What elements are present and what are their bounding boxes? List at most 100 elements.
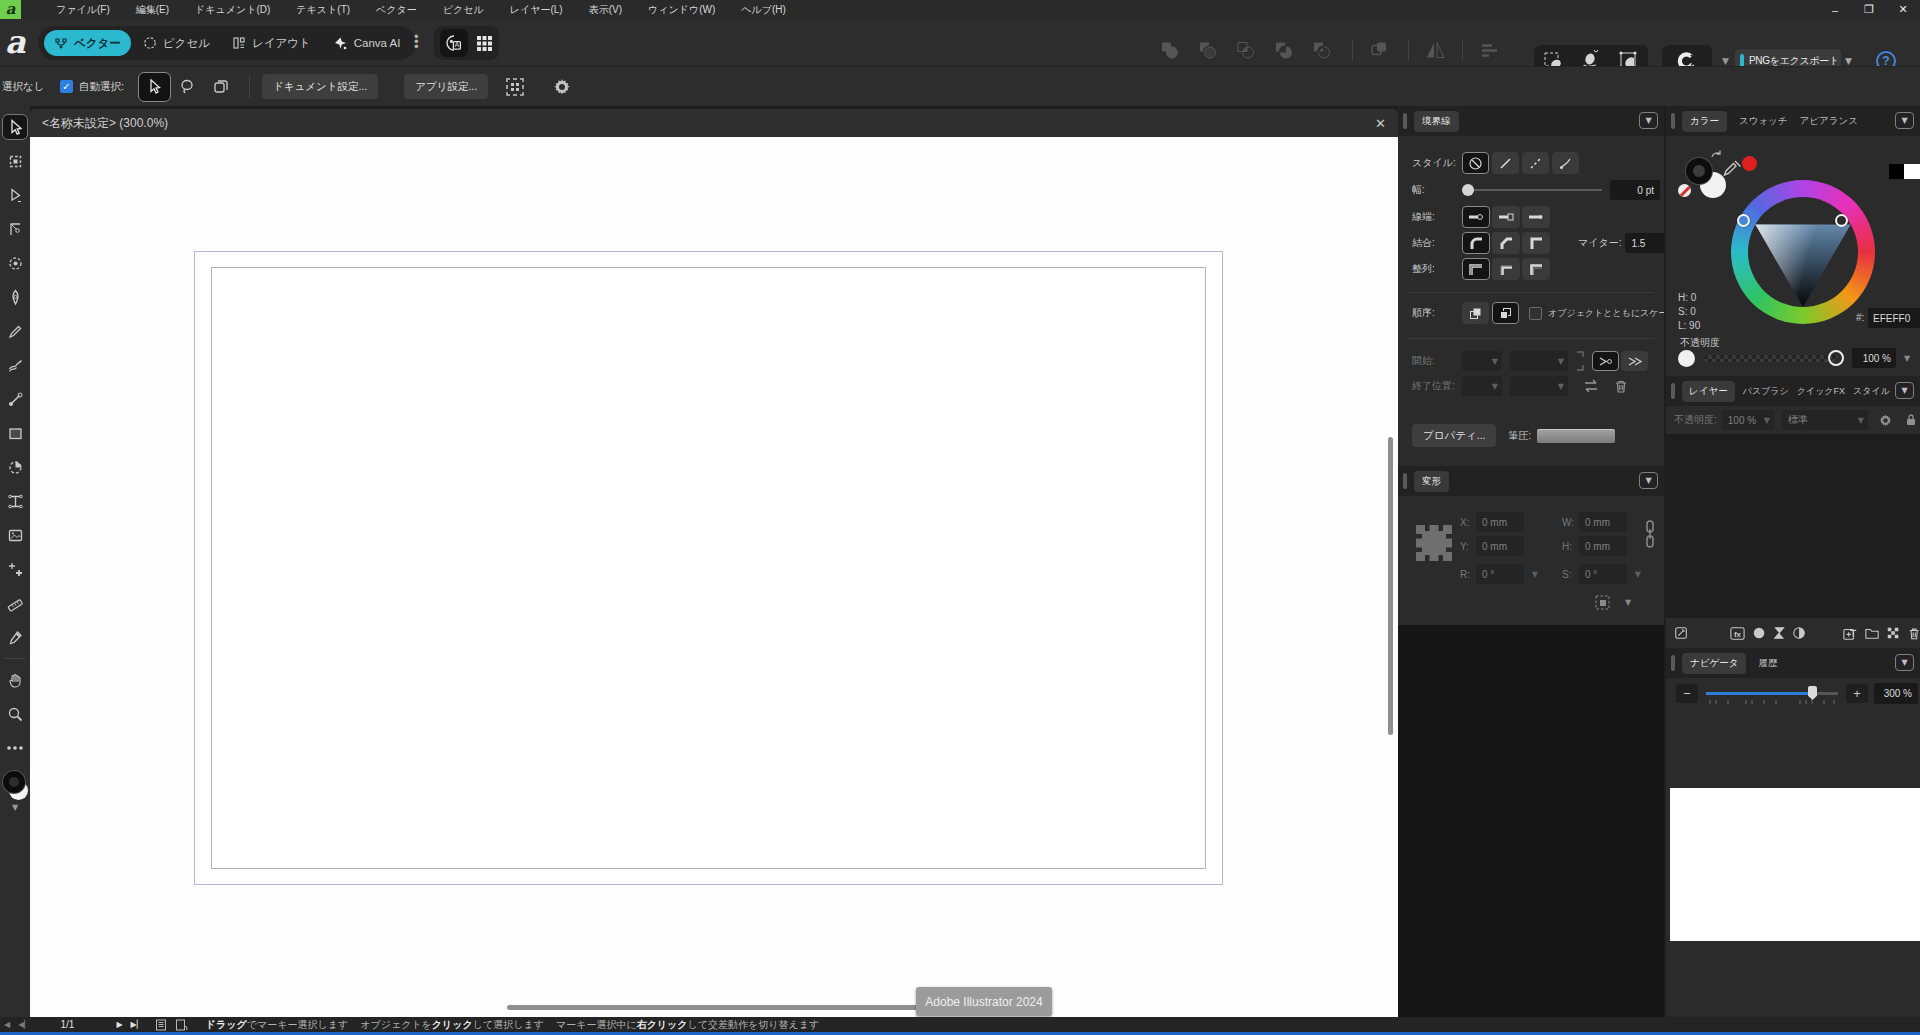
rect-select-mode-button[interactable] (204, 72, 237, 102)
add-layer-icon[interactable] (1843, 626, 1858, 641)
auto-select-checkbox[interactable]: ✓ (60, 80, 73, 93)
last-page-icon[interactable]: ▶▏ (131, 1020, 143, 1029)
cap-round-button[interactable] (1522, 206, 1550, 228)
align-center-button[interactable] (1462, 258, 1490, 280)
order-front-button[interactable] (1492, 302, 1519, 324)
zoom-in-button[interactable]: + (1846, 684, 1868, 703)
page-curl-icon[interactable] (175, 1019, 188, 1031)
persona-layout[interactable]: レイアウト (222, 30, 321, 56)
history-panel-tab[interactable]: 履歴 (1758, 657, 1777, 670)
group-folder-icon[interactable] (1865, 626, 1879, 640)
menu-item-edit[interactable]: 編集(E) (136, 3, 169, 17)
vertical-scrollbar[interactable] (1388, 437, 1393, 735)
alignment-icon[interactable] (1478, 39, 1501, 62)
menu-item-view[interactable]: 表示(V) (589, 3, 622, 17)
no-color-well[interactable] (1678, 184, 1691, 197)
panel-drag-handle[interactable] (1671, 383, 1675, 399)
view-hand-tool[interactable] (2, 667, 28, 693)
hue-handle-right[interactable] (1835, 214, 1848, 227)
rotation-input[interactable]: 0 °▼ (1476, 564, 1524, 584)
w-input[interactable]: 0 mm (1579, 512, 1627, 532)
artboard-page[interactable] (194, 251, 1223, 885)
apps-grid-icon[interactable] (476, 35, 493, 52)
stroke-style-dash-button[interactable] (1522, 152, 1549, 174)
menu-item-file[interactable]: ファイル(F) (56, 3, 110, 17)
layers-panel-tab[interactable]: レイヤー (1682, 381, 1735, 402)
delete-layer-icon[interactable] (1908, 626, 1920, 641)
shape-tool[interactable] (2, 454, 28, 480)
zoom-slider-thumb[interactable] (1808, 686, 1817, 700)
navigator-panel-collapse-button[interactable]: ▼ (1895, 654, 1914, 671)
opacity-slider[interactable] (1704, 355, 1838, 362)
stroke-width-input[interactable]: 0 pt (1610, 180, 1660, 200)
lock-icon[interactable] (1905, 413, 1917, 427)
node-tool[interactable] (2, 182, 28, 208)
panel-drag-handle[interactable] (1403, 113, 1407, 129)
transparency-icon[interactable] (1886, 625, 1900, 641)
minimize-button[interactable]: – (1818, 0, 1852, 19)
pencil-tool[interactable] (2, 318, 28, 344)
transform-panel-collapse-button[interactable]: ▼ (1639, 472, 1658, 489)
y-input[interactable]: 0 mm (1476, 536, 1524, 556)
more-tools-button[interactable] (2, 735, 28, 761)
edit-mask-icon[interactable] (1674, 625, 1688, 641)
lasso-mode-button[interactable] (171, 72, 204, 102)
live-filter-icon[interactable] (1792, 625, 1806, 641)
zoom-out-button[interactable]: − (1676, 684, 1698, 703)
tab-close-icon[interactable]: ✕ (1375, 116, 1386, 131)
canvas-viewport[interactable]: Adobe Illustrator 2024 (30, 137, 1398, 1017)
rectangle-tool[interactable] (2, 420, 28, 446)
pages-list-icon[interactable] (155, 1019, 167, 1031)
h-input[interactable]: 0 mm (1579, 536, 1627, 556)
stroke-width-slider-thumb[interactable] (1462, 184, 1474, 196)
transform-tool[interactable] (2, 148, 28, 174)
selection-brush-tool[interactable] (2, 250, 28, 276)
zoom-value-input[interactable]: 300 % (1874, 683, 1918, 704)
next-page-icon[interactable]: ▶ (116, 1020, 122, 1029)
frame-text-tool[interactable] (2, 488, 28, 514)
menu-item-help[interactable]: ヘルプ(H) (741, 3, 786, 17)
color-picker-eyedropper-icon[interactable] (1722, 158, 1744, 180)
fx-icon[interactable]: fx (1730, 626, 1745, 641)
align-outside-button[interactable] (1522, 258, 1550, 280)
export-chevron-icon[interactable]: ▼ (1845, 56, 1852, 66)
flip-icon[interactable] (1424, 39, 1447, 62)
picked-color-swatch[interactable] (1742, 156, 1757, 171)
stroke-properties-button[interactable]: プロパティ... (1412, 424, 1496, 447)
styles-panel-tab[interactable]: スタイル (1853, 385, 1890, 398)
stroke-color-well[interactable] (1686, 158, 1712, 184)
color-well-chevron-icon[interactable]: ▼ (12, 803, 18, 812)
shear-input[interactable]: 0 °▼ (1579, 564, 1627, 584)
opacity-input[interactable]: 100 % (1852, 348, 1896, 368)
maximize-button[interactable]: ❐ (1852, 0, 1886, 19)
menu-item-text[interactable]: テキスト(T) (296, 3, 350, 17)
menu-item-layer[interactable]: レイヤー(L) (510, 3, 563, 17)
swatches-panel-tab[interactable]: スウォッチ (1739, 115, 1788, 128)
horizontal-scrollbar[interactable] (507, 1005, 945, 1010)
stroke-color-well[interactable] (3, 771, 25, 793)
close-button[interactable]: ✕ (1886, 0, 1920, 19)
stroke-style-solid-button[interactable] (1492, 152, 1519, 174)
corner-tool[interactable] (2, 216, 28, 242)
align-inside-button[interactable] (1492, 258, 1520, 280)
cap-square-button[interactable] (1492, 206, 1520, 228)
panel-drag-handle[interactable] (1403, 473, 1407, 489)
settings-gear-icon[interactable] (552, 77, 572, 97)
prev-page-icon[interactable]: ◀▏ (18, 1020, 30, 1029)
join-miter-button[interactable] (1522, 232, 1550, 254)
anchor-selector[interactable] (1415, 524, 1453, 562)
boolean-add-icon[interactable] (1158, 39, 1181, 62)
arrow-start-style-select[interactable]: ▼ (1462, 351, 1502, 371)
image-tool[interactable] (2, 522, 28, 548)
trash-icon[interactable] (1614, 379, 1628, 394)
navigator-preview-page[interactable] (1670, 788, 1920, 941)
ruler-tool[interactable] (2, 590, 28, 616)
hsl-color-wheel[interactable] (1731, 180, 1875, 324)
join-round-button[interactable] (1462, 232, 1490, 254)
path-brush-panel-tab[interactable]: パスブラシ (1743, 385, 1789, 398)
arrow-start-size-select[interactable]: ▼ (1510, 351, 1568, 371)
stroke-style-brush-button[interactable] (1552, 152, 1579, 174)
transform-panel-tab[interactable]: 変形 (1414, 471, 1449, 492)
pressure-profile-box[interactable] (1537, 429, 1615, 443)
cap-butt-button[interactable] (1462, 206, 1490, 228)
